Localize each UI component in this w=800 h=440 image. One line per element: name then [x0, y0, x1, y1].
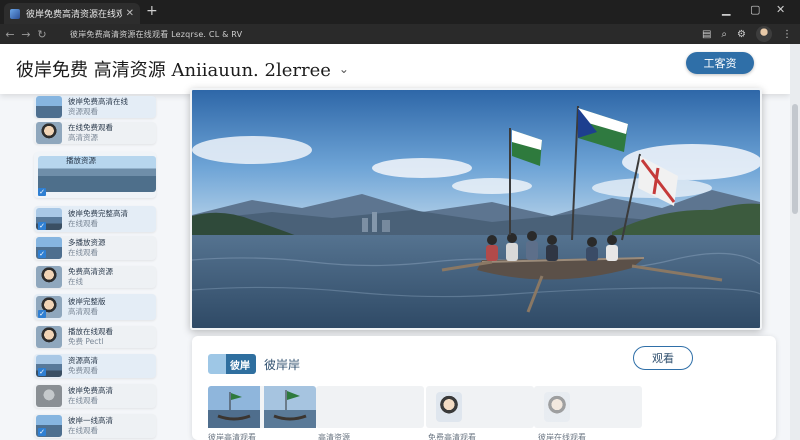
sidebar-item-title: 彼岸完整版	[68, 297, 106, 306]
checkbox-icon[interactable]: ✓	[38, 368, 46, 376]
sidebar-item[interactable]: 播放在线观看 免费 Pectl	[34, 326, 156, 348]
page-scrollbar[interactable]	[790, 44, 800, 440]
sidebar-item[interactable]: 资源高清 免费观看 ✓	[34, 354, 156, 378]
related-thumb[interactable]	[316, 386, 424, 428]
thumbnail	[38, 156, 156, 192]
reload-icon[interactable]: ↻	[34, 28, 50, 41]
maximize-icon[interactable]: ▢	[750, 3, 760, 16]
chevron-down-icon[interactable]: ⌄	[339, 62, 349, 76]
sidebar-item-title: 在线免费观看	[68, 123, 113, 132]
related-thumb[interactable]	[426, 386, 534, 428]
sidebar-item-subtitle: 在线观看	[68, 396, 98, 405]
search-icon[interactable]: ⌕	[721, 29, 727, 40]
minimize-icon[interactable]: ▁	[722, 3, 730, 16]
sidebar-item[interactable]: 彼岸完整版 高清观看 ✓	[34, 294, 156, 320]
sidebar: 彼岸免费高清在线 资源观看 在线免费观看 高清资源 播放资源 ✓ 彼岸免费完整高…	[30, 94, 162, 440]
browser-tab-strip: 彼岸免费高清资源在线观看 ✕ + ▁ ▢ ✕	[0, 0, 800, 24]
site-favicon-icon	[10, 8, 20, 19]
address-bar[interactable]: 彼岸免费高清资源在线观看 Lezqrse. CL & RV	[70, 29, 242, 40]
sidebar-item[interactable]: 彼岸免费完整高清 在线观看 ✓	[34, 206, 156, 232]
sidebar-item-subtitle: 在线观看	[68, 248, 98, 257]
thumbnail	[36, 122, 62, 144]
checkbox-icon[interactable]: ✓	[38, 428, 46, 436]
tool-button[interactable]: 工客资	[686, 52, 754, 74]
checkbox-icon[interactable]: ✓	[38, 222, 46, 230]
thumbnail	[36, 96, 62, 118]
related-thumb-label: 免费高清观看	[428, 433, 476, 440]
site-title: 彼岸免费 高清资源 Aniiauun. 2lerree	[16, 60, 331, 81]
sidebar-item-title: 多播放资源	[68, 238, 106, 247]
sidebar-item-title: 彼岸一线高清	[68, 416, 113, 425]
browser-tab[interactable]: 彼岸免费高清资源在线观看 ✕	[4, 3, 140, 24]
gear-icon[interactable]: ⚙	[737, 29, 746, 40]
page-header: 彼岸免费 高清资源 Aniiauun. 2lerree ⌄ 工客资	[0, 44, 790, 94]
related-thumb-label: 彼岸高清观看	[208, 433, 256, 440]
profile-avatar[interactable]	[756, 26, 772, 42]
sidebar-item[interactable]: 免费高清资源 在线	[34, 266, 156, 288]
sidebar-item-title: 彼岸免费高清	[68, 386, 113, 395]
back-icon[interactable]: ←	[2, 28, 18, 41]
video-player[interactable]	[190, 88, 762, 330]
sidebar-item-featured[interactable]: 播放资源 ✓	[34, 152, 156, 198]
scroll-thumb[interactable]	[792, 104, 798, 214]
related-thumb-label: 高清资源	[318, 433, 350, 440]
boat-scene-icon	[208, 390, 316, 428]
video-frame-image	[192, 90, 760, 328]
sidebar-item-subtitle: 资源观看	[68, 107, 98, 116]
menu-dots-icon[interactable]: ⋮	[782, 29, 792, 40]
related-thumb[interactable]	[534, 386, 642, 428]
sidebar-item[interactable]: 彼岸免费高清在线 资源观看	[34, 96, 156, 118]
browser-toolbar: ← → ↻ 彼岸免费高清资源在线观看 Lezqrse. CL & RV ▤ ⌕ …	[0, 24, 800, 44]
close-window-icon[interactable]: ✕	[776, 3, 785, 16]
thumbnail	[36, 385, 62, 407]
portrait-thumbnail	[544, 392, 570, 422]
checkbox-icon[interactable]: ✓	[38, 250, 46, 258]
info-card: 彼岸 彼岸岸 观看 彼岸高清观看 高清资源 免费高清观看 彼岸在线观看	[192, 336, 776, 440]
sidebar-item-title: 免费高清资源	[68, 267, 113, 276]
sidebar-item-subtitle: 在线观看	[68, 219, 98, 228]
new-tab-icon[interactable]: +	[146, 4, 158, 18]
sidebar-item-subtitle: 免费观看	[68, 366, 98, 375]
sidebar-item[interactable]: 彼岸免费高清 在线观看	[34, 384, 156, 408]
sidebar-item-title: 播放在线观看	[68, 327, 113, 336]
sidebar-item-title: 播放资源	[66, 156, 96, 165]
sidebar-item[interactable]: 在线免费观看 高清资源	[34, 122, 156, 144]
tab-search-icon[interactable]: ▤	[702, 29, 711, 40]
tab-title: 彼岸免费高清资源在线观看	[26, 10, 122, 20]
watch-button[interactable]: 观看	[633, 346, 693, 370]
sidebar-item[interactable]: 彼岸一线高清 在线观看 ✓	[34, 414, 156, 438]
related-thumb-label: 彼岸在线观看	[538, 433, 586, 440]
sidebar-item-title: 彼岸免费高清在线	[68, 97, 128, 106]
badge-text: 彼岸	[230, 361, 250, 372]
portrait-thumbnail	[436, 392, 462, 422]
sidebar-item-subtitle: 免费 Pectl	[68, 337, 104, 346]
card-title: 彼岸岸	[264, 358, 301, 372]
sidebar-item-subtitle: 在线观看	[68, 426, 98, 435]
sidebar-item-title: 彼岸免费完整高清	[68, 209, 128, 218]
sidebar-item-subtitle: 高清观看	[68, 307, 98, 316]
thumbnail	[36, 266, 62, 288]
thumbnail	[36, 326, 62, 348]
sidebar-item-subtitle: 在线	[68, 277, 83, 286]
forward-icon[interactable]: →	[18, 28, 34, 41]
close-tab-icon[interactable]: ✕	[126, 8, 134, 19]
sidebar-item[interactable]: 多播放资源 在线观看 ✓	[34, 236, 156, 260]
sidebar-item-title: 资源高清	[68, 356, 98, 365]
checkbox-icon[interactable]: ✓	[38, 310, 46, 318]
sidebar-item-subtitle: 高清资源	[68, 133, 98, 142]
related-thumb[interactable]	[208, 386, 316, 428]
series-badge: 彼岸	[208, 354, 256, 374]
checkbox-icon[interactable]: ✓	[38, 188, 46, 196]
